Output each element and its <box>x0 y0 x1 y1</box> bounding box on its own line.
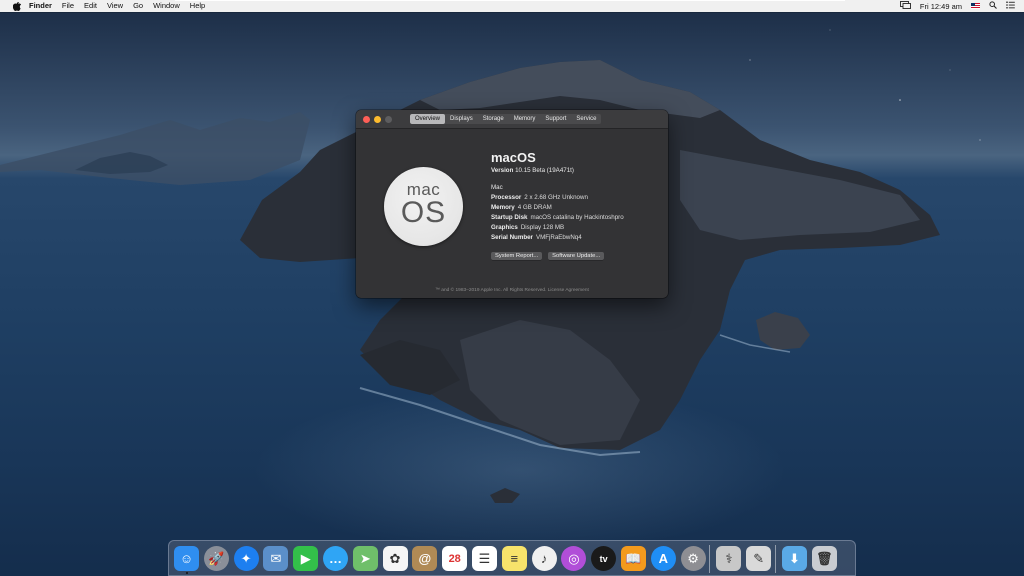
launchpad-icon[interactable]: 🚀 <box>203 546 229 571</box>
dock-divider <box>709 545 711 573</box>
calendar-icon[interactable]: 28 <box>442 546 468 571</box>
tab-memory[interactable]: Memory <box>509 114 541 124</box>
window-buttons: System Report... Software Update... <box>491 252 610 260</box>
spec-row-serial-number: Serial Number VMFjRaEbwNq4 <box>491 233 624 243</box>
spec-key: Graphics <box>491 224 518 231</box>
contacts-icon[interactable]: @ <box>412 546 438 571</box>
spec-row-startup-disk: Startup Disk macOS catalina by Hackintosh… <box>491 213 624 223</box>
spec-row-processor: Processor 2 x 2.68 GHz Unknown <box>491 193 624 203</box>
about-this-mac-window: Overview Displays Storage Memory Support… <box>356 110 668 298</box>
mac-model: Mac <box>491 184 503 191</box>
menu-finder[interactable]: Finder <box>29 0 52 12</box>
photos-icon[interactable]: ✿ <box>382 546 408 571</box>
script-editor-icon[interactable]: ✎ <box>746 546 772 571</box>
facetime-icon[interactable]: ▶ <box>293 546 319 571</box>
disk-utility-icon[interactable]: ⚕ <box>716 546 742 571</box>
spec-value: macOS catalina by Hackintoshpro <box>530 214 624 221</box>
logo-os-text: OS <box>400 196 447 229</box>
tab-displays[interactable]: Displays <box>445 114 478 124</box>
app-store-icon[interactable]: A <box>650 546 676 571</box>
spec-key: Memory <box>491 204 515 211</box>
trash-icon[interactable]: 🗑 <box>811 546 837 571</box>
menu-view[interactable]: View <box>107 0 123 12</box>
menu-go[interactable]: Go <box>133 0 143 12</box>
menu-window[interactable]: Window <box>153 0 180 12</box>
safari-icon[interactable]: ✦ <box>233 546 259 571</box>
close-button[interactable] <box>363 116 370 123</box>
spec-value: 2 x 2.68 GHz Unknown <box>524 194 588 201</box>
tab-bar: Overview Displays Storage Memory Support… <box>410 114 602 124</box>
window-titlebar[interactable]: Overview Displays Storage Memory Support… <box>356 110 668 129</box>
software-update-button[interactable]: Software Update... <box>548 252 605 260</box>
tab-service[interactable]: Service <box>571 114 601 124</box>
os-name: macOS <box>491 150 536 165</box>
spec-value: 4 GB DRAM <box>517 204 552 211</box>
finder-icon[interactable]: ☺ <box>174 546 199 571</box>
system-report-button[interactable]: System Report... <box>491 252 543 260</box>
loading-progress-line <box>175 0 845 1</box>
menu-help[interactable]: Help <box>190 0 205 12</box>
apple-icon[interactable] <box>12 1 21 11</box>
system-preferences-icon[interactable]: ⚙ <box>680 546 706 571</box>
menu-edit[interactable]: Edit <box>84 0 97 12</box>
tab-overview[interactable]: Overview <box>410 114 446 124</box>
notification-center-icon[interactable] <box>1006 1 1015 11</box>
menu-bar: Finder File Edit View Go Window Help Fri… <box>0 0 1024 12</box>
books-icon[interactable]: 📖 <box>621 546 646 571</box>
us-flag-icon[interactable] <box>971 2 980 11</box>
notes-icon[interactable]: ≡ <box>501 546 527 571</box>
spec-key: Processor <box>491 194 522 201</box>
tab-storage[interactable]: Storage <box>478 114 509 124</box>
reminders-icon[interactable]: ☰ <box>472 546 497 571</box>
display-mirror-icon[interactable] <box>899 1 911 11</box>
copyright-footer: ™ and © 1983–2019 Apple Inc. All Rights … <box>435 288 589 293</box>
apple-tv-icon[interactable]: tv <box>591 546 617 571</box>
spec-value: Display 128 MB <box>520 224 565 231</box>
spec-row-graphics: Graphics Display 128 MB <box>491 223 624 233</box>
spec-value: VMFjRaEbwNq4 <box>535 234 582 241</box>
dock-divider <box>775 545 776 573</box>
messages-icon[interactable]: … <box>323 546 348 571</box>
downloads-folder-icon[interactable]: ⬇ <box>782 546 807 571</box>
mail-stamp-icon[interactable]: ✉ <box>263 546 289 571</box>
dock: ☺ 🚀 ✦ ✉ ▶… ➤ ✿ @28 ☰ ≡ ♪ ◎ tv 📖 A ⚙ ⚕ ✎ ⬇ 🗑 <box>168 540 856 576</box>
running-indicator <box>185 572 188 574</box>
system-info: macOS Version 10.15 Beta (19A471t) Mac P… <box>491 150 624 243</box>
menu-file[interactable]: File <box>62 0 74 12</box>
menu-clock[interactable]: Fri 12:49 am <box>920 2 962 11</box>
music-icon[interactable]: ♪ <box>531 546 557 571</box>
spec-key: Serial Number <box>491 234 533 241</box>
spec-row-memory: Memory 4 GB DRAM <box>491 203 624 213</box>
maps-icon[interactable]: ➤ <box>352 546 378 571</box>
macos-logo: mac OS <box>384 167 463 246</box>
minimize-button[interactable] <box>374 116 381 123</box>
zoom-button <box>385 116 392 123</box>
podcasts-icon[interactable]: ◎ <box>561 546 587 571</box>
version-value: 10.15 Beta (19A471t) <box>515 167 574 174</box>
version-label: Version <box>491 167 514 174</box>
os-version: Version 10.15 Beta (19A471t) <box>491 166 624 175</box>
spec-key: Startup Disk <box>491 214 528 221</box>
search-icon[interactable] <box>989 1 997 11</box>
tab-support[interactable]: Support <box>540 114 571 124</box>
